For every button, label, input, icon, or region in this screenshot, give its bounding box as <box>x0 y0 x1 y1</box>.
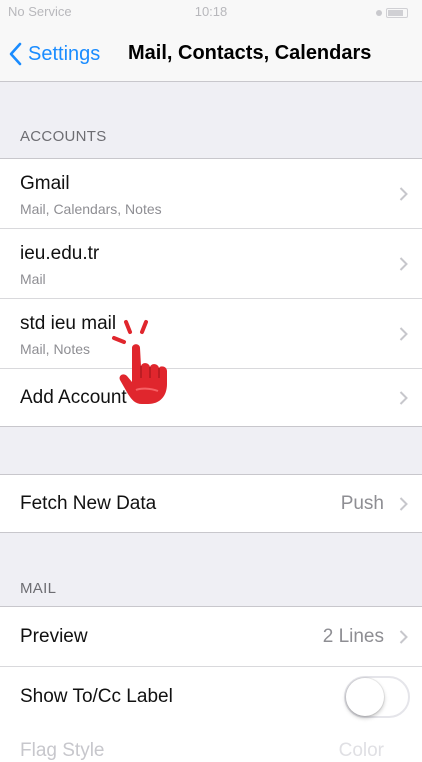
account-subtitle: Mail, Calendars, Notes <box>20 201 162 217</box>
add-account-row[interactable]: Add Account <box>0 369 422 426</box>
account-row-std-ieu-mail[interactable]: std ieu mail Mail, Notes <box>0 299 422 369</box>
navigation-bar: Settings Mail, Contacts, Calendars <box>0 26 422 82</box>
fetch-new-data-row[interactable]: Fetch New Data Push <box>0 475 422 532</box>
section-header-mail: MAIL <box>20 580 57 597</box>
preview-label: Preview <box>20 625 88 647</box>
accounts-group: Gmail Mail, Calendars, Notes ieu.edu.tr … <box>0 158 422 427</box>
account-row-gmail[interactable]: Gmail Mail, Calendars, Notes <box>0 159 422 229</box>
account-subtitle: Mail, Notes <box>20 341 91 357</box>
toggle-knob <box>346 678 384 716</box>
section-header-accounts: ACCOUNTS <box>20 128 107 145</box>
chevron-right-icon <box>399 390 408 405</box>
account-title: std ieu mail <box>20 313 117 334</box>
flag-style-row[interactable]: Flag Style Color <box>0 724 422 762</box>
status-bar: No Service 10:18 <box>0 0 422 26</box>
fetch-group: Fetch New Data Push <box>0 474 422 533</box>
preview-value: 2 Lines <box>322 625 384 647</box>
flag-style-label: Flag Style <box>20 740 105 761</box>
show-tocc-label: Show To/Cc Label <box>20 686 173 707</box>
add-account-label: Add Account <box>20 386 127 408</box>
account-title: Gmail <box>20 173 70 194</box>
mail-group: Preview 2 Lines Show To/Cc Label <box>0 606 422 727</box>
chevron-right-icon <box>399 326 408 341</box>
chevron-left-icon <box>9 42 22 66</box>
back-button[interactable]: Settings <box>8 40 100 68</box>
flag-style-value: Color <box>338 740 384 761</box>
account-subtitle: Mail <box>20 271 46 287</box>
account-title: ieu.edu.tr <box>20 243 100 264</box>
account-row-ieu[interactable]: ieu.edu.tr Mail <box>0 229 422 299</box>
preview-row[interactable]: Preview 2 Lines <box>0 607 422 667</box>
clock: 10:18 <box>194 4 228 19</box>
chevron-right-icon <box>399 629 408 644</box>
page-title: Mail, Contacts, Calendars <box>128 42 372 64</box>
chevron-right-icon <box>399 496 408 511</box>
fetch-label: Fetch New Data <box>20 492 157 514</box>
battery-icon <box>376 8 410 18</box>
chevron-right-icon <box>399 256 408 271</box>
back-label: Settings <box>28 42 101 65</box>
show-tocc-row: Show To/Cc Label <box>0 667 422 727</box>
show-tocc-toggle[interactable] <box>344 676 410 718</box>
chevron-right-icon <box>399 186 408 201</box>
fetch-value: Push <box>340 492 384 514</box>
